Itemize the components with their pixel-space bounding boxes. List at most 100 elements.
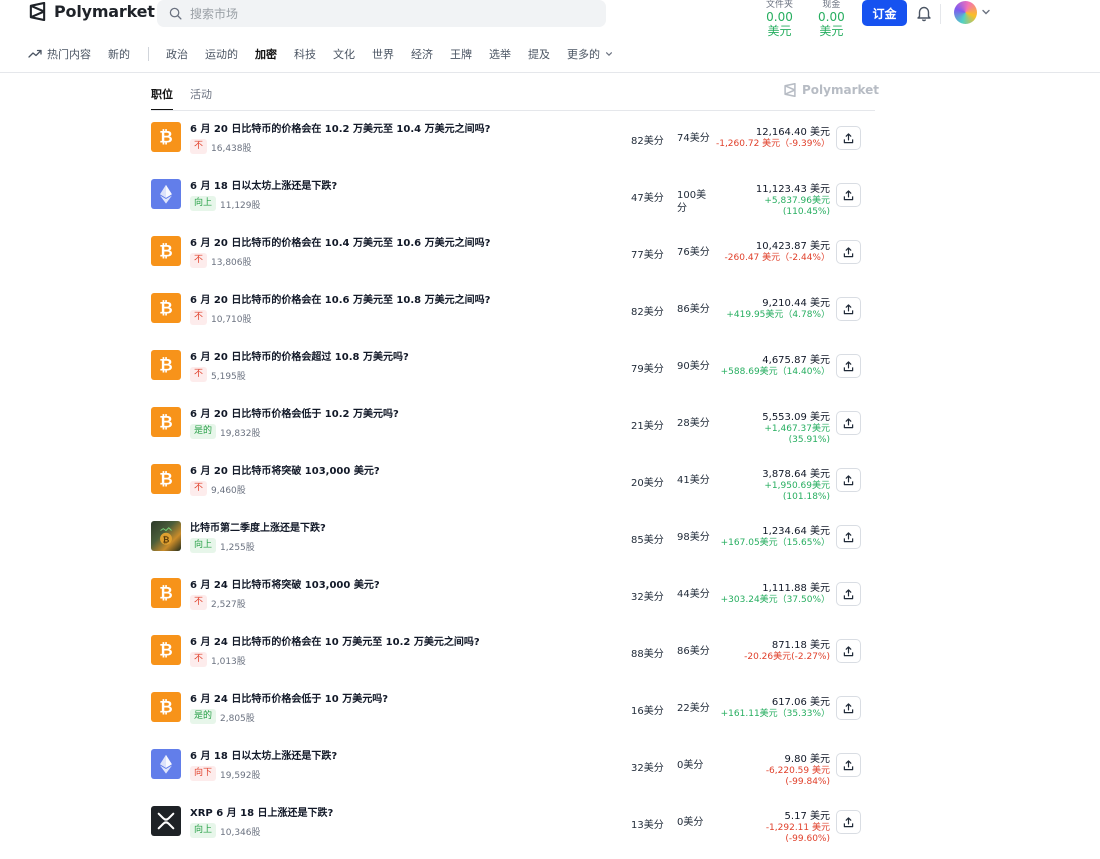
nav-category-label: 政治 xyxy=(166,48,188,61)
cash-label: 现金 xyxy=(822,0,841,10)
market-title[interactable]: 6 月 24 日比特币将突破 103,000 美元? xyxy=(190,576,380,591)
nav-new[interactable]: 新的 xyxy=(108,44,130,64)
position-row[interactable]: ₿ 6 月 20 日比特币价格会低于 10.2 万美元吗? 是的 19,832股 21美… xyxy=(0,399,1100,456)
value-amount: 1,234.64 美元 xyxy=(762,526,830,537)
position-value: 11,123.43 美元 +5,837.96美元 (110.45%) xyxy=(756,183,830,218)
outcome-badge: 不 xyxy=(190,253,208,268)
position-row[interactable]: 6 月 18 日以太坊上涨还是下跌? 向上 11,129股 47美分 100美分 11,1… xyxy=(0,171,1100,228)
share-icon xyxy=(843,816,854,827)
nav-category-elections[interactable]: 选举 xyxy=(489,44,511,64)
position-value: 871.18 美元 -20.26美元(-2.27%) xyxy=(744,639,830,663)
share-button[interactable] xyxy=(836,639,861,663)
share-button[interactable] xyxy=(836,810,861,834)
shares-count: 13,806股 xyxy=(211,258,252,268)
market-title[interactable]: 6 月 20 日比特币价格会低于 10.2 万美元吗? xyxy=(190,405,399,420)
shares-count: 1,013股 xyxy=(211,657,246,667)
value-change-percent: (110.45%) xyxy=(782,207,830,217)
chevron-down-icon xyxy=(606,52,612,57)
position-row[interactable]: ₿ 比特币第二季度上涨还是下跌? 向上 1,255股 85美分 98美分 1,234.64 … xyxy=(0,513,1100,570)
market-title[interactable]: 6 月 18 日以太坊上涨还是下跌? xyxy=(190,177,337,192)
position-row[interactable]: 6 月 18 日以太坊上涨还是下跌? 向下 19,592股 32美分 0美分 9.80 美… xyxy=(0,741,1100,798)
share-button[interactable] xyxy=(836,411,861,435)
nav-category-sports[interactable]: 运动的 xyxy=(205,44,238,64)
tab-positions[interactable]: 职位 xyxy=(151,86,173,111)
outcome-badge: 向上 xyxy=(190,823,217,838)
shares-count: 1,255股 xyxy=(220,543,255,553)
position-row[interactable]: ₿ 6 月 24 日比特币将突破 103,000 美元? 不 2,527股 32美分 44… xyxy=(0,570,1100,627)
share-button[interactable] xyxy=(836,240,861,264)
share-button[interactable] xyxy=(836,354,861,378)
position-row[interactable]: ₿ 6 月 24 日比特币价格会低于 10 万美元吗? 是的 2,805股 16美分 22… xyxy=(0,684,1100,741)
bitcoin-icon: ₿ xyxy=(151,578,181,608)
share-button[interactable] xyxy=(836,525,861,549)
share-icon xyxy=(843,759,854,770)
outcome-badge: 不 xyxy=(190,481,208,496)
market-title[interactable]: 比特币第二季度上涨还是下跌? xyxy=(190,519,326,534)
position-row[interactable]: ₿ 6 月 20 日比特币将突破 103,000 美元? 不 9,460股 20美分 41… xyxy=(0,456,1100,513)
position-row[interactable]: ₿ 6 月 20 日比特币的价格会在 10.2 万美元至 10.4 万美元之间吗?… xyxy=(0,114,1100,171)
market-title[interactable]: 6 月 20 日比特币的价格会在 10.2 万美元至 10.4 万美元之间吗? xyxy=(190,120,490,135)
bell-icon[interactable] xyxy=(915,4,933,22)
market-title[interactable]: 6 月 20 日比特币的价格会在 10.4 万美元至 10.6 万美元之间吗? xyxy=(190,234,490,249)
share-button[interactable] xyxy=(836,183,861,207)
nav-more[interactable]: 更多的 xyxy=(567,44,613,64)
position-row[interactable]: ₿ 6 月 24 日比特币的价格会在 10 万美元至 10.2 万美元之间吗? 不 1… xyxy=(0,627,1100,684)
value-change: +167.05美元（15.65%） xyxy=(720,538,830,548)
deposit-button[interactable]: 订金 xyxy=(862,0,907,26)
nav-category-trump[interactable]: 王牌 xyxy=(450,44,472,64)
nav-category-economy[interactable]: 经济 xyxy=(411,44,433,64)
nav-category-culture[interactable]: 文化 xyxy=(333,44,355,64)
avg-price: 77美分 xyxy=(631,250,664,261)
share-button[interactable] xyxy=(836,696,861,720)
nav-category-world[interactable]: 世界 xyxy=(372,44,394,64)
market-title[interactable]: 6 月 24 日比特币的价格会在 10 万美元至 10.2 万美元之间吗? xyxy=(190,633,480,648)
ethereum-icon xyxy=(151,179,181,209)
market-title[interactable]: 6 月 20 日比特币将突破 103,000 美元? xyxy=(190,462,380,477)
market-title[interactable]: 6 月 24 日比特币价格会低于 10 万美元吗? xyxy=(190,690,388,705)
avatar[interactable] xyxy=(954,1,977,24)
chevron-down-icon[interactable] xyxy=(981,7,991,17)
polymarket-logo-icon xyxy=(784,83,796,97)
nav-category-mentions[interactable]: 提及 xyxy=(528,44,550,64)
shares-count: 2,527股 xyxy=(211,600,246,610)
value-change-percent: (-99.60%) xyxy=(785,834,830,844)
nav-category-crypto[interactable]: 加密 xyxy=(255,44,277,64)
share-button[interactable] xyxy=(836,297,861,321)
position-row[interactable]: XRP 6 月 18 日上涨还是下跌? 向上 10,346股 13美分 0美分 5.17 … xyxy=(0,798,1100,855)
logo[interactable]: Polymarket xyxy=(28,2,155,21)
nav-trending[interactable]: 热门内容 xyxy=(28,44,91,64)
shares-count: 16,438股 xyxy=(211,144,252,154)
share-icon xyxy=(843,246,854,257)
avg-price: 82美分 xyxy=(631,307,664,318)
share-button[interactable] xyxy=(836,753,861,777)
position-value: 9.80 美元 -6,220.59 美元 (-99.84%) xyxy=(766,753,830,788)
share-button[interactable] xyxy=(836,126,861,150)
position-row[interactable]: ₿ 6 月 20 日比特币的价格会在 10.4 万美元至 10.6 万美元之间吗?… xyxy=(0,228,1100,285)
value-change: +1,950.69美元 xyxy=(764,481,830,491)
market-title[interactable]: 6 月 18 日以太坊上涨还是下跌? xyxy=(190,747,337,762)
shares-count: 19,832股 xyxy=(220,429,261,439)
market-title[interactable]: XRP 6 月 18 日上涨还是下跌? xyxy=(190,804,333,819)
market-title[interactable]: 6 月 20 日比特币的价格会超过 10.8 万美元吗? xyxy=(190,348,409,363)
search-input[interactable] xyxy=(190,6,570,21)
nav-category-tech[interactable]: 科技 xyxy=(294,44,316,64)
nav-category-politics[interactable]: 政治 xyxy=(166,44,188,64)
share-button[interactable] xyxy=(836,582,861,606)
value-amount: 1,111.88 美元 xyxy=(762,583,830,594)
nav-category-label: 提及 xyxy=(528,48,550,61)
value-change: -260.47 美元（-2.44%） xyxy=(724,253,830,263)
portfolio-balance[interactable]: 文件夹 0.00 美元 xyxy=(766,0,793,38)
search-icon xyxy=(169,7,182,20)
position-row[interactable]: ₿ 6 月 20 日比特币的价格会超过 10.8 万美元吗? 不 5,195股 79美分… xyxy=(0,342,1100,399)
search-bar[interactable] xyxy=(157,0,606,27)
share-button[interactable] xyxy=(836,468,861,492)
top-bar: Polymarket 文件夹 0.00 美元 现金 0.00 美元 订金 xyxy=(0,0,1100,38)
cash-balance[interactable]: 现金 0.00 美元 xyxy=(818,0,845,38)
shares-count: 9,460股 xyxy=(211,486,246,496)
market-title[interactable]: 6 月 20 日比特币的价格会在 10.6 万美元至 10.8 万美元之间吗? xyxy=(190,291,490,306)
tab-activity[interactable]: 活动 xyxy=(190,86,212,109)
share-icon xyxy=(843,189,854,200)
position-value: 9,210.44 美元 +419.95美元（4.78%） xyxy=(726,297,830,321)
position-row[interactable]: ₿ 6 月 20 日比特币的价格会在 10.6 万美元至 10.8 万美元之间吗?… xyxy=(0,285,1100,342)
watermark-text: Polymarket xyxy=(802,83,880,97)
